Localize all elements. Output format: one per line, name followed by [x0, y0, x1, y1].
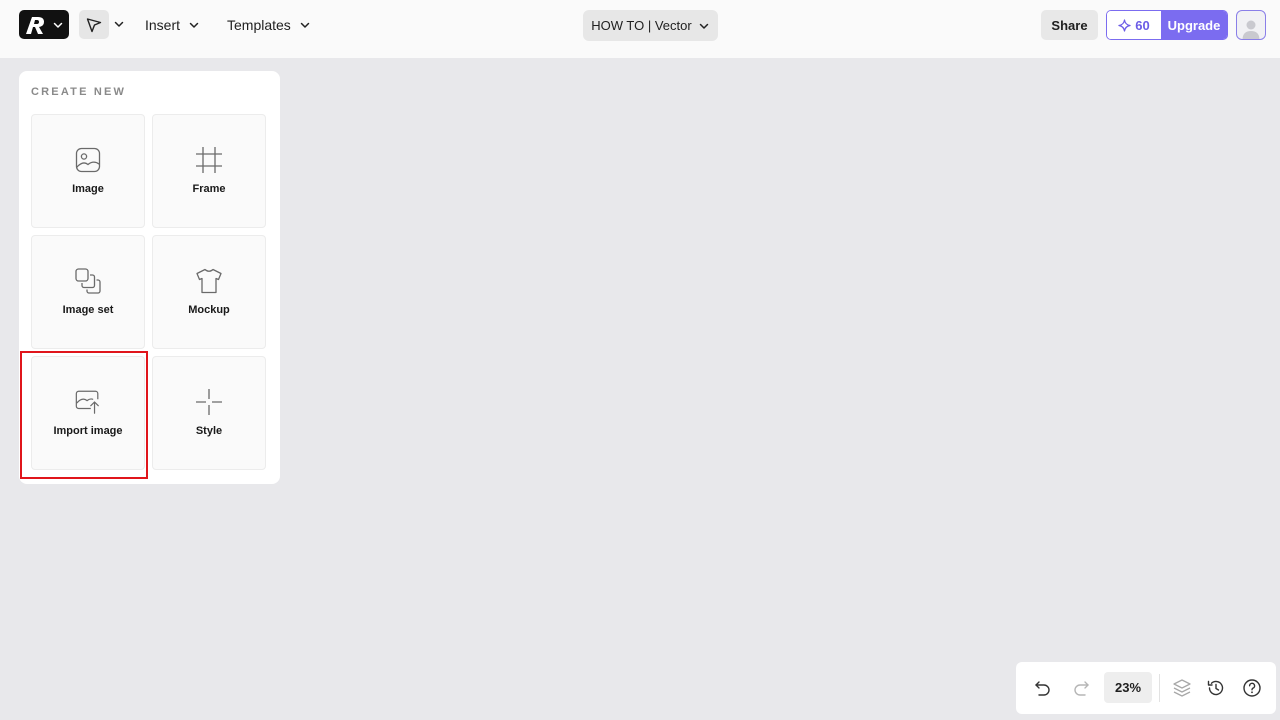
image-set-icon [75, 268, 101, 294]
upgrade-button[interactable]: Upgrade [1161, 11, 1227, 39]
undo-button[interactable] [1032, 677, 1054, 699]
style-crosshair-icon [196, 389, 222, 415]
credits-button[interactable]: 60 [1107, 11, 1161, 39]
tile-label: Image set [62, 304, 114, 316]
credits-upgrade-group: 60 Upgrade [1106, 10, 1228, 40]
user-silhouette-icon [1242, 20, 1260, 39]
user-avatar-button[interactable] [1236, 10, 1266, 40]
redo-button[interactable] [1070, 677, 1092, 699]
credits-count: 60 [1135, 17, 1150, 33]
create-image-tile[interactable]: Image [31, 114, 145, 228]
zoom-level-button[interactable]: 23% [1104, 672, 1152, 703]
chevron-down-icon [114, 21, 124, 27]
divider [1159, 674, 1160, 702]
zoom-level: 23% [1114, 680, 1142, 695]
tool-dropdown-button[interactable] [113, 18, 125, 30]
layers-button[interactable] [1171, 677, 1193, 699]
sparkle-icon [1118, 18, 1131, 32]
bottom-control-bar: 23% [1016, 662, 1276, 714]
tile-label: Import image [53, 425, 123, 437]
image-icon [75, 147, 101, 173]
import-image-icon [75, 390, 99, 414]
create-mockup-tile[interactable]: Mockup [152, 235, 266, 349]
create-image-set-tile[interactable]: Image set [31, 235, 145, 349]
select-tool-button[interactable] [79, 10, 109, 39]
tile-label: Frame [192, 183, 226, 195]
insert-menu-button[interactable]: Insert [145, 14, 200, 36]
chevron-down-icon [699, 23, 708, 29]
create-new-title: CREATE NEW [31, 86, 127, 98]
top-toolbar: Insert Templates HOW TO | Vector Share 6… [0, 0, 1280, 58]
frame-icon [196, 147, 222, 173]
tile-label: Mockup [188, 304, 230, 316]
insert-menu-label: Insert [145, 17, 181, 33]
chevron-down-icon [53, 22, 63, 28]
layers-icon [1173, 679, 1191, 697]
templates-menu-button[interactable]: Templates [227, 14, 311, 36]
undo-icon [1035, 681, 1050, 696]
redo-icon [1074, 681, 1089, 696]
share-button-label: Share [1051, 17, 1088, 33]
tile-label: Image [72, 183, 104, 195]
chevron-down-icon [189, 22, 199, 28]
help-button[interactable] [1241, 677, 1263, 699]
templates-menu-label: Templates [227, 17, 291, 33]
document-title: HOW TO | Vector [591, 18, 692, 33]
create-style-tile[interactable]: Style [152, 356, 266, 470]
create-new-panel: CREATE NEW Image Frame Image set Mockup … [19, 71, 280, 484]
cursor-arrow-icon [86, 17, 102, 32]
share-button[interactable]: Share [1041, 10, 1098, 40]
create-frame-tile[interactable]: Frame [152, 114, 266, 228]
upgrade-button-label: Upgrade [1167, 17, 1221, 33]
chevron-down-icon [300, 22, 310, 28]
history-button[interactable] [1205, 677, 1227, 699]
tile-label: Style [195, 425, 223, 437]
tshirt-icon [196, 268, 222, 294]
help-question-icon [1243, 679, 1261, 697]
logo-icon [26, 16, 44, 34]
history-clock-icon [1207, 680, 1224, 696]
import-image-tile[interactable]: Import image [31, 356, 145, 470]
document-title-dropdown[interactable]: HOW TO | Vector [583, 10, 718, 41]
app-menu-button[interactable] [19, 10, 69, 39]
